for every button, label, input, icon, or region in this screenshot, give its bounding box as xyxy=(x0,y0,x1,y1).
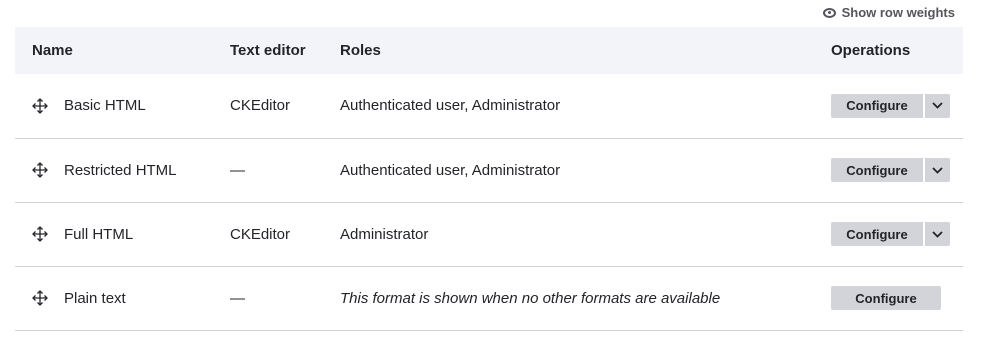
operations-dropbutton: Configure xyxy=(831,93,950,118)
format-name: Restricted HTML xyxy=(64,161,177,179)
table-body: Basic HTML CKEditor Authenticated user, … xyxy=(15,74,963,330)
configure-button[interactable]: Configure xyxy=(831,286,941,310)
text-editor-cell: — xyxy=(230,161,245,179)
show-row-weights-button[interactable]: Show row weights xyxy=(822,5,955,20)
column-header-roles: Roles xyxy=(340,42,381,59)
configure-button[interactable]: Configure xyxy=(831,93,923,118)
column-header-operations: Operations xyxy=(831,42,911,59)
text-formats-page: Show row weights Name Text editor Roles … xyxy=(0,0,1000,344)
roles-cell: Authenticated user, Administrator xyxy=(340,97,561,115)
name-cell: Restricted HTML xyxy=(15,138,230,202)
drag-handle-icon[interactable] xyxy=(32,97,48,114)
name-cell: Full HTML xyxy=(15,202,230,266)
operations-cell: Configure xyxy=(814,266,963,330)
show-row-weights-label: Show row weights xyxy=(841,5,955,20)
table-row: Restricted HTML — Authenticated user, Ad… xyxy=(15,138,963,202)
table-row: Plain text — This format is shown when n… xyxy=(15,266,963,330)
roles-cell: Administrator xyxy=(340,225,429,243)
name-cell: Plain text xyxy=(15,266,230,330)
text-formats-table: Name Text editor Roles Operations Basic … xyxy=(15,27,963,331)
drag-handle-icon[interactable] xyxy=(32,162,48,178)
text-editor-cell: CKEditor xyxy=(230,97,291,115)
drag-handle-icon[interactable] xyxy=(32,290,48,306)
operations-toggle-button[interactable] xyxy=(925,222,950,246)
drag-handle-icon[interactable] xyxy=(32,226,48,242)
operations-cell: Configure xyxy=(814,138,963,202)
column-header-name: Name xyxy=(32,42,73,59)
roles-cell: This format is shown when no other forma… xyxy=(340,289,721,307)
operations-toggle-button[interactable] xyxy=(925,93,950,118)
configure-button[interactable]: Configure xyxy=(831,222,923,246)
format-name: Full HTML xyxy=(64,225,134,243)
text-editor-cell: — xyxy=(230,289,245,307)
operations-dropbutton: Configure xyxy=(831,222,950,246)
format-name: Basic HTML xyxy=(64,97,146,115)
table-header: Name Text editor Roles Operations xyxy=(15,27,963,74)
roles-cell: Authenticated user, Administrator xyxy=(340,161,561,179)
table-row: Basic HTML CKEditor Authenticated user, … xyxy=(15,74,963,138)
table-row: Full HTML CKEditor Administrator Configu… xyxy=(15,202,963,266)
operations-dropbutton: Configure xyxy=(831,158,950,182)
operations-cell: Configure xyxy=(814,74,963,138)
name-cell: Basic HTML xyxy=(15,74,230,138)
table-header-row: Name Text editor Roles Operations xyxy=(15,27,963,74)
chevron-down-icon xyxy=(932,102,943,110)
configure-button[interactable]: Configure xyxy=(831,158,923,182)
operations-toggle-button[interactable] xyxy=(925,158,950,182)
column-header-text-editor: Text editor xyxy=(230,42,306,59)
chevron-down-icon xyxy=(932,230,943,238)
format-name: Plain text xyxy=(64,289,126,307)
chevron-down-icon xyxy=(932,166,943,174)
text-editor-cell: CKEditor xyxy=(230,225,291,243)
operations-cell: Configure xyxy=(814,202,963,266)
eye-icon xyxy=(822,7,836,18)
